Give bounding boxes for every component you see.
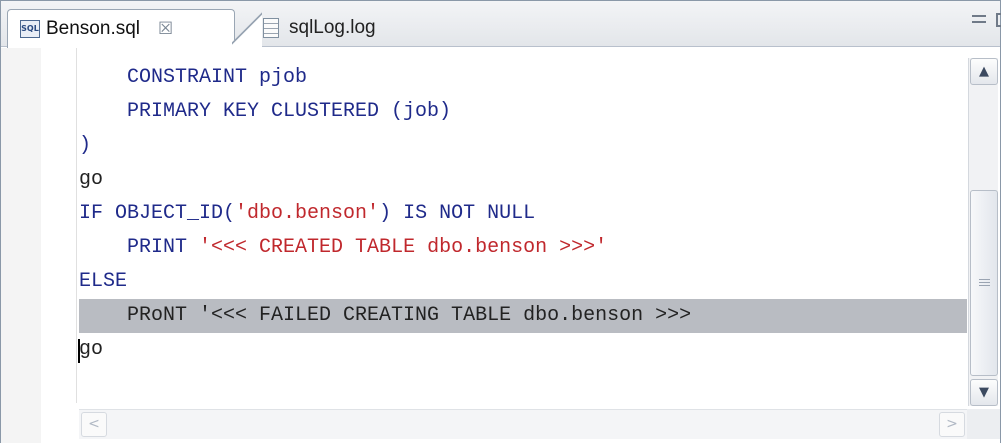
scroll-left-button[interactable]: <	[81, 412, 107, 437]
code-token: )	[79, 134, 92, 157]
horizontal-scrollbar[interactable]: < >	[79, 409, 967, 439]
scroll-down-button[interactable]: ▼	[970, 379, 998, 406]
tab-sqllog-log[interactable]: sqlLog.log	[259, 9, 439, 47]
code-line[interactable]: PRINT '<<< CREATED TABLE dbo.benson >>>'	[79, 231, 967, 265]
tab-label: Benson.sql	[46, 18, 141, 39]
scroll-up-button[interactable]: ▲	[970, 58, 998, 85]
vertical-scrollbar[interactable]: ▲ ▼	[968, 58, 998, 406]
code-token: ELSE	[79, 270, 128, 293]
code-token: go	[79, 338, 104, 361]
code-token: PRIMARY KEY CLUSTERED (job)	[79, 100, 452, 123]
code-line[interactable]: PRIMARY KEY CLUSTERED (job)	[79, 95, 967, 129]
code-token: ) IS NOT NULL	[379, 202, 536, 225]
tab-benson-sql[interactable]: SQL Benson.sql ☒	[7, 9, 262, 48]
sql-file-icon: SQL	[20, 20, 40, 38]
string-literal: '<<< CREATED TABLE dbo.benson >>>'	[199, 236, 608, 259]
log-file-icon	[263, 18, 279, 38]
maximize-icon[interactable]	[996, 13, 1001, 27]
annotation-ruler	[1, 48, 41, 443]
minimize-icon[interactable]	[972, 15, 986, 23]
string-literal: 'dbo.benson'	[235, 202, 380, 225]
text-caret	[78, 339, 80, 363]
code-line[interactable]: )	[79, 129, 967, 163]
code-line[interactable]: IF OBJECT_ID('dbo.benson') IS NOT NULL	[79, 197, 967, 231]
code-token: CONSTRAINT pjob	[79, 66, 308, 89]
editor-window: SQL Benson.sql ☒ sqlLog.log CONSTRAINT p…	[0, 0, 1001, 443]
code-token: PRINT	[79, 236, 200, 259]
code-area[interactable]: CONSTRAINT pjob PRIMARY KEY CLUSTERED (j…	[78, 61, 967, 367]
scroll-thumb[interactable]	[970, 190, 998, 376]
tab-label: sqlLog.log	[289, 17, 376, 38]
code-line[interactable]: go	[78, 333, 967, 367]
grip-icon	[979, 279, 990, 288]
editor-tab-bar: SQL Benson.sql ☒ sqlLog.log	[1, 1, 1001, 48]
scrollbar-corner	[967, 409, 1000, 439]
code-line[interactable]: CONSTRAINT pjob	[79, 61, 967, 95]
sql-editor[interactable]: CONSTRAINT pjob PRIMARY KEY CLUSTERED (j…	[1, 48, 1000, 443]
code-line[interactable]: ELSE	[79, 265, 967, 299]
code-token: IF OBJECT_ID(	[79, 202, 236, 225]
code-line[interactable]: PRoNT '<<< FAILED CREATING TABLE dbo.ben…	[79, 299, 967, 333]
line-gutter	[41, 48, 77, 403]
code-line[interactable]: go	[79, 163, 967, 197]
code-token: PRoNT '<<< FAILED CREATING TABLE dbo.ben…	[79, 304, 692, 327]
code-token: go	[79, 168, 104, 191]
close-tab-icon[interactable]: ☒	[158, 19, 173, 39]
scroll-right-button[interactable]: >	[939, 412, 965, 437]
